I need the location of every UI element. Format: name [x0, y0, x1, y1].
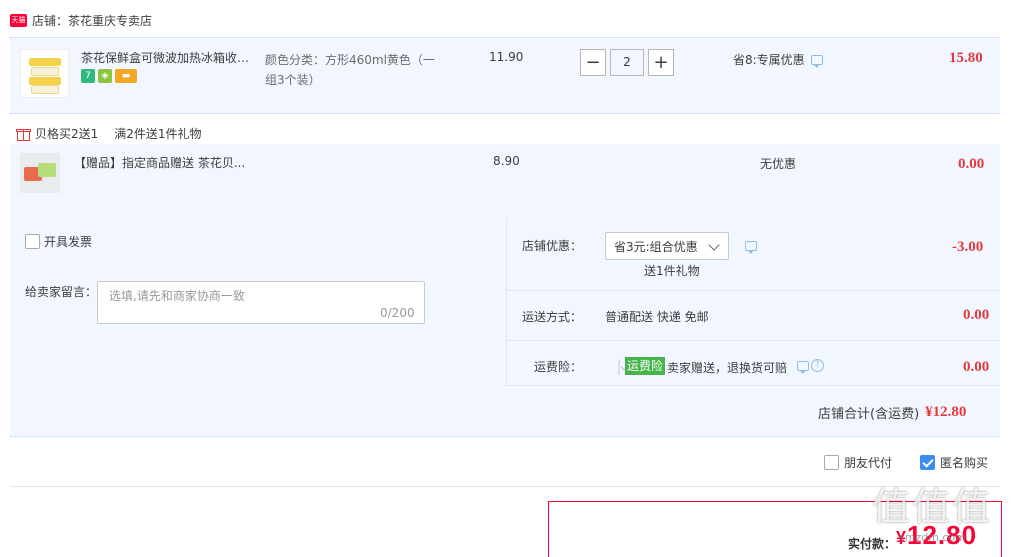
cart-item-row [10, 37, 1000, 114]
unit-price: 11.90 [489, 50, 524, 64]
gift-promo-name: 贝格买2送1 [35, 127, 99, 141]
shop-discount-selected: 省3元:组合优惠 [614, 239, 698, 254]
shop-prefix: 店铺： [32, 13, 69, 28]
product-title[interactable]: 茶花保鲜盒可微波加热冰箱收纳盒 [81, 50, 259, 66]
message-label: 给卖家留言： [25, 285, 98, 299]
shipping-method: 普通配送 快递 免邮 [605, 310, 709, 324]
decrease-button[interactable]: − [580, 49, 606, 76]
insurance-label: 运费险： [533, 360, 582, 374]
divider [506, 340, 1000, 341]
quantity-stepper[interactable]: − 2 + [580, 49, 674, 76]
chevron-down-icon [708, 239, 720, 251]
gift-promo: 无优惠 [760, 157, 797, 171]
divider [10, 486, 1000, 487]
shop-discount-note: 送1件礼物 [644, 264, 700, 278]
insurance-price: 0.00 [963, 359, 990, 375]
insurance-tag: 运费险 [625, 357, 666, 375]
gift-thumbnail[interactable] [20, 153, 60, 193]
gift-image-part [38, 163, 56, 177]
anonymous-checkbox[interactable] [920, 455, 936, 470]
increase-button[interactable]: + [648, 49, 674, 76]
invoice-checkbox[interactable] [25, 234, 40, 249]
insurance-checkbox [618, 359, 620, 375]
card-icon[interactable]: ▬ [115, 69, 137, 83]
tmall-icon: 天猫 [10, 13, 27, 27]
shipping-price: 0.00 [963, 307, 990, 323]
product-image-part [29, 77, 61, 85]
shop-total-label: 店铺合计(含运费) [818, 407, 920, 422]
divider [506, 290, 1000, 291]
help-icon[interactable]: ? [811, 359, 824, 372]
watermark-url: smzdm.com [899, 531, 966, 544]
anonymous-option[interactable]: 匿名购买 [920, 454, 988, 471]
service-icons: 7 ◈ ▬ [81, 69, 137, 83]
divider [506, 385, 1000, 386]
item-subtotal: 15.80 [949, 50, 983, 66]
gift-rule: 满2件送1件礼物 [114, 127, 202, 141]
shop-header: 天猫 店铺： 茶花重庆专卖店 [10, 11, 152, 29]
shop-total-value: ¥12.80 [925, 404, 967, 420]
friend-pay-option[interactable]: 朋友代付 [824, 454, 892, 471]
watermark: 值值值 [872, 485, 993, 529]
shop-name[interactable]: 茶花重庆专卖店 [68, 12, 152, 29]
message-count: 0/200 [380, 306, 415, 320]
chat-icon[interactable] [810, 54, 823, 68]
shop-discount-label: 店铺优惠： [521, 239, 582, 253]
chat-icon[interactable] [745, 241, 757, 254]
invoice-option[interactable]: 开具发票 [25, 233, 92, 250]
gift-header: 贝格买2送1 满2件送1件礼物 [16, 125, 202, 142]
shield-icon[interactable]: ◈ [98, 69, 112, 83]
product-sku: 颜色分类：方形460ml黄色（一组3个装） [265, 53, 435, 87]
gift-title[interactable]: 【赠品】指定商品赠送 茶花贝... [74, 154, 245, 171]
shop-discount-select[interactable]: 省3元:组合优惠 [605, 232, 729, 260]
7-day-return-icon[interactable]: 7 [81, 69, 95, 83]
checkout-options: 朋友代付 匿名购买 [824, 454, 988, 471]
shipping-label: 运送方式： [521, 310, 582, 324]
gift-subtotal: 0.00 [958, 156, 985, 172]
message-placeholder: 选填,请先和商家协商一致 [109, 289, 245, 303]
insurance-icons: ? [797, 359, 824, 374]
insurance-text: 卖家赠送，退换货可赔 [667, 361, 788, 375]
gift-icon [16, 126, 31, 141]
anonymous-label: 匿名购买 [940, 456, 989, 470]
product-image-part [31, 67, 59, 76]
payment-label: 实付款： [848, 537, 897, 551]
item-promo: 省8:专属优惠 [733, 51, 823, 68]
product-image-part [29, 58, 61, 66]
product-image-part [31, 85, 59, 94]
gift-unit-price: 8.90 [493, 154, 520, 168]
shop-total: 店铺合计(含运费) ¥12.80 [818, 403, 966, 422]
chat-icon[interactable] [797, 360, 809, 374]
shop-discount-value: -3.00 [952, 239, 984, 255]
quantity-input[interactable]: 2 [610, 49, 644, 76]
invoice-label: 开具发票 [44, 235, 93, 249]
promo-text: 省8:专属优惠 [733, 53, 805, 67]
friend-pay-label: 朋友代付 [844, 456, 893, 470]
product-thumbnail[interactable] [20, 49, 69, 98]
friend-pay-checkbox[interactable] [824, 455, 839, 470]
